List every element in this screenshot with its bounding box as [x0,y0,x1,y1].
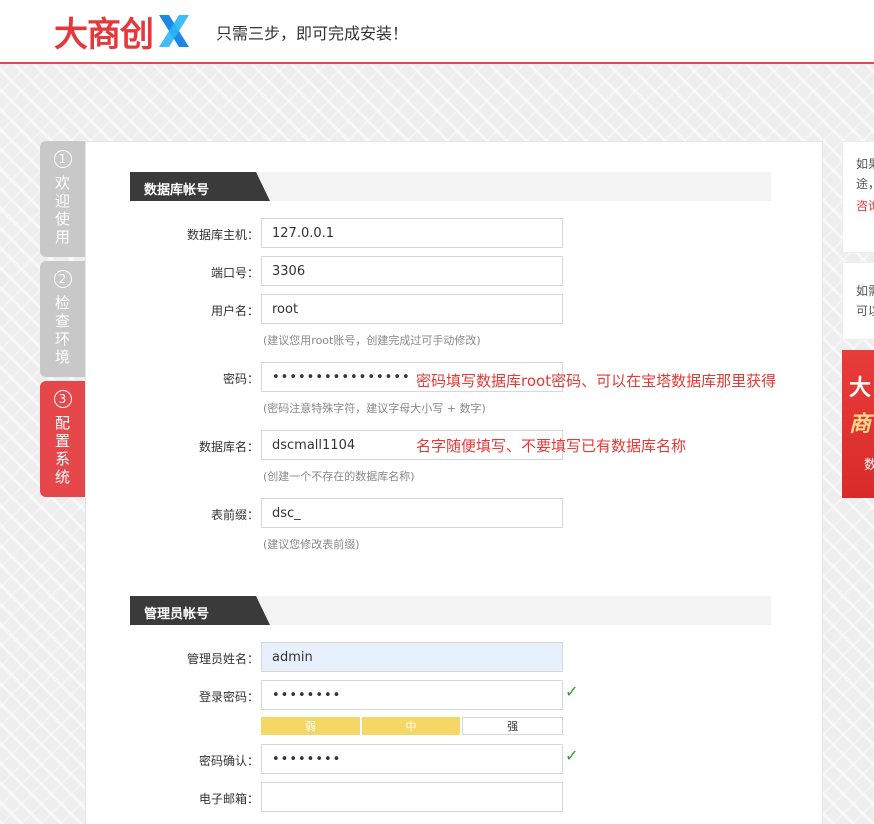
banner-text: 数 [864,458,874,473]
config-panel: 数据库帐号 数据库主机： 端口号： 用户名： (建议您用root账号，创建完成过… [85,141,823,824]
db-port-label: 端口号： [210,266,259,280]
tagline: 只需三步，即可完成安装！ [216,24,409,43]
side-card-text: 如需 [856,284,874,298]
db-name-hint: (创建一个不存在的数据库名称) [263,470,415,483]
logo: 大商创 [54,10,191,55]
db-pass-hint: (密码注意特殊字符，建议字母大小写 + 数字) [263,402,486,415]
admin-pass-label: 登录密码： [198,690,259,704]
db-user-hint: (建议您用root账号，创建完成过可手动修改) [263,334,481,347]
db-name-annotation: 名字随便填写、不要填写已有数据库名称 [416,437,687,455]
step-configure[interactable]: 3 配置系统 [40,381,90,497]
step-welcome[interactable]: 1 欢迎使用 [40,141,85,257]
step-number: 3 [53,390,72,408]
admin-section-title: 管理员帐号 [130,596,771,625]
db-section-title: 数据库帐号 [130,172,771,201]
step-label: 欢迎使用 [54,174,70,246]
section-title-text: 数据库帐号 [144,183,210,198]
strength-medium: 中 [361,717,461,735]
db-host-input[interactable] [261,218,563,248]
header: 大商创 只需三步，即可完成安装！ [0,0,874,64]
db-pass-annotation: 密码填写数据库root密码、可以在宝塔数据库那里获得 [416,372,777,390]
admin-name-label: 管理员姓名： [186,652,259,666]
side-promo-banner[interactable]: 大 商 数 [842,350,874,498]
admin-pass-check-icon: ✓ [565,682,579,701]
confirm-pass-check-icon: ✓ [565,746,579,765]
db-host-label: 数据库主机： [186,228,259,242]
confirm-pass-input[interactable] [261,744,563,774]
email-input[interactable] [261,782,563,812]
step-number: 2 [53,270,72,288]
step-number: 1 [53,150,72,168]
side-info-card: 如需 可以 [842,262,874,340]
strength-weak: 弱 [261,717,360,735]
db-pass-label: 密码： [222,372,259,386]
logo-x-icon [159,15,189,47]
password-strength-meter: 弱 中 强 [261,717,564,735]
side-card-text: 途， [856,177,874,191]
confirm-pass-label: 密码确认： [198,754,259,768]
banner-text: 大 [849,376,872,401]
section-title-text: 管理员帐号 [144,607,210,622]
admin-name-input[interactable] [261,642,563,672]
admin-pass-input[interactable] [261,680,563,710]
step-label: 配置系统 [54,414,70,486]
db-user-label: 用户名： [210,304,259,318]
db-port-input[interactable] [261,256,563,286]
db-name-label: 数据库名： [198,440,259,454]
banner-text: 商 [849,412,872,437]
side-card-text: 可以 [856,304,874,318]
strength-strong: 强 [462,717,564,735]
email-label: 电子邮箱： [198,792,259,806]
side-consult-link[interactable]: 咨询 [856,196,874,216]
side-help-card: 如果 途， 咨询 [842,141,874,253]
logo-text: 大商创 [54,14,154,55]
step-check-env[interactable]: 2 检查环境 [40,261,85,377]
table-prefix-hint: (建议您修改表前缀) [263,538,360,551]
table-prefix-input[interactable] [261,498,563,528]
step-label: 检查环境 [54,294,70,366]
db-user-input[interactable] [261,294,563,324]
side-card-text: 如果 [856,157,874,171]
table-prefix-label: 表前缀： [210,508,259,522]
